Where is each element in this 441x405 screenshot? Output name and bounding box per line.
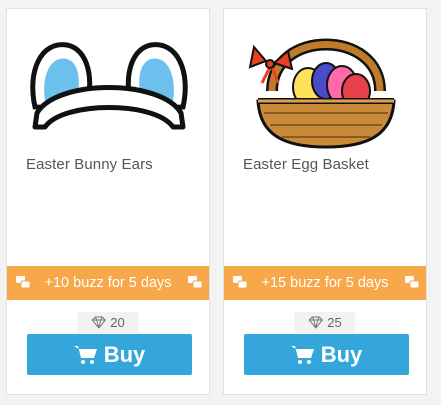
buzz-bonus-bar: +10 buzz for 5 days xyxy=(7,266,209,300)
bunny-ears-icon xyxy=(30,42,188,130)
buy-label: Buy xyxy=(103,341,146,367)
item-title: Easter Bunny Ears xyxy=(26,156,153,173)
chat-bubbles-icon xyxy=(188,276,203,289)
price-tag: 20 xyxy=(77,312,139,333)
egg-basket-icon xyxy=(248,38,396,149)
price-value: 20 xyxy=(110,315,125,330)
buy-button[interactable]: Buy xyxy=(244,334,409,375)
buy-label: Buy xyxy=(320,341,363,367)
item-card: Easter Bunny Ears +10 buzz for 5 days 20… xyxy=(6,8,210,395)
diamond-icon xyxy=(308,316,323,329)
price-tag: 25 xyxy=(294,312,356,333)
chat-bubbles-icon xyxy=(16,276,31,289)
item-title: Easter Egg Basket xyxy=(243,156,369,173)
cart-icon xyxy=(73,345,97,364)
price-value: 25 xyxy=(327,315,342,330)
chat-bubbles-icon xyxy=(233,276,248,289)
diamond-icon xyxy=(91,316,106,329)
buy-button[interactable]: Buy xyxy=(27,334,192,375)
cart-icon xyxy=(290,345,314,364)
buzz-text: +10 buzz for 5 days xyxy=(44,275,172,291)
buzz-text: +15 buzz for 5 days xyxy=(261,275,389,291)
chat-bubbles-icon xyxy=(405,276,420,289)
item-card: Easter Egg Basket +15 buzz for 5 days 25… xyxy=(223,8,427,395)
buzz-bonus-bar: +15 buzz for 5 days xyxy=(224,266,426,300)
